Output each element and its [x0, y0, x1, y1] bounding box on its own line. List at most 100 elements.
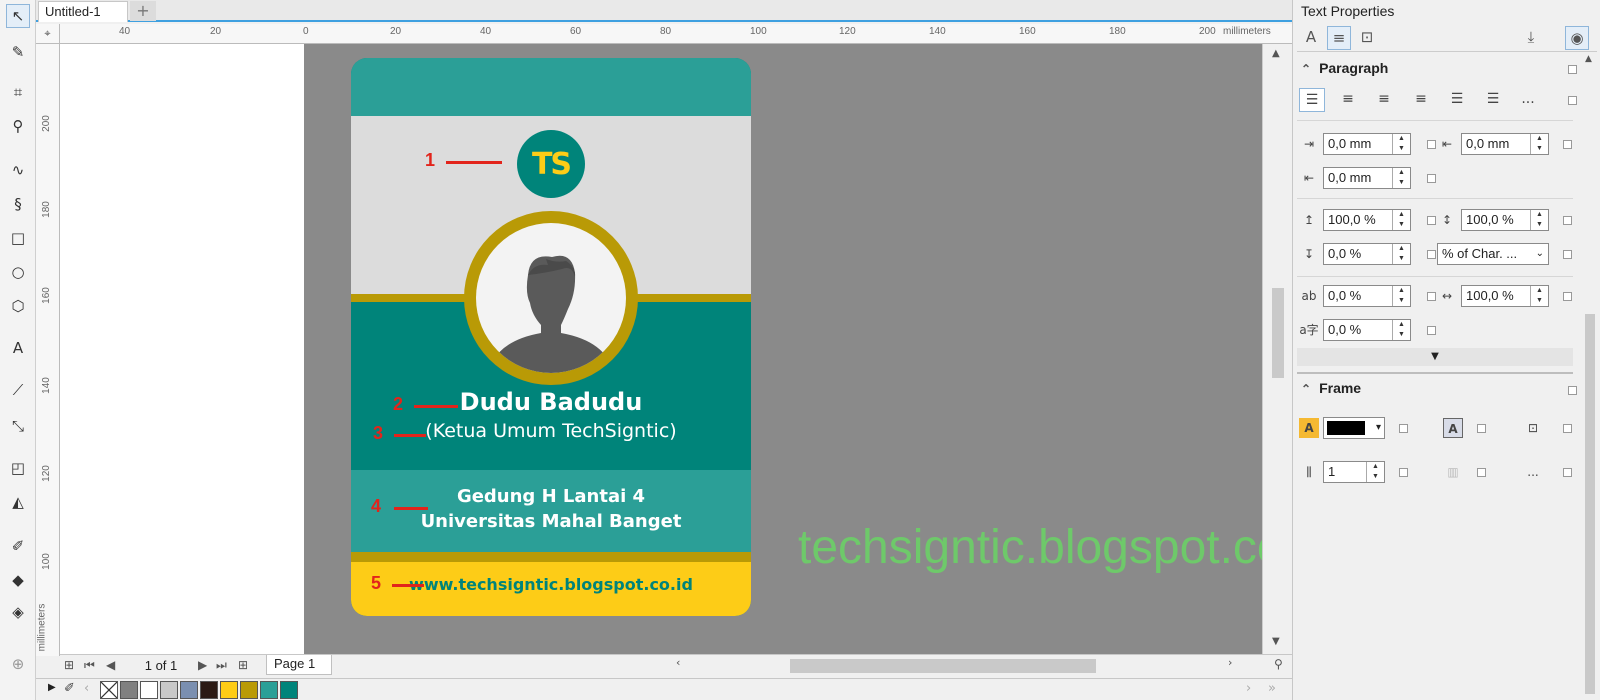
vertical-scroll-thumb[interactable] — [1272, 288, 1284, 378]
dock-options-icon[interactable]: ⤓ — [1519, 26, 1543, 50]
more-align-button[interactable]: ... — [1515, 88, 1541, 112]
crop-tool-icon[interactable]: ⌗ — [6, 80, 30, 104]
connector-tool-icon[interactable]: ⤡ — [6, 414, 30, 438]
scroll-right-icon[interactable]: › — [1228, 656, 1232, 669]
frame-section-header[interactable]: ⌃ Frame — [1301, 380, 1361, 396]
option-checkbox[interactable] — [1563, 250, 1572, 259]
id-card[interactable]: TS Dudu Badudu (Ketua Umum TechSigntic) … — [351, 58, 751, 616]
rectangle-tool-icon[interactable]: □ — [6, 226, 30, 250]
freehand-tool-icon[interactable]: ∿ — [6, 158, 30, 182]
color-swatch[interactable] — [240, 681, 258, 699]
frame-text-icon[interactable]: A — [1443, 418, 1463, 438]
character-spacing-field[interactable]: 0,0 % ▲ ▼ — [1323, 285, 1411, 307]
option-checkbox[interactable] — [1427, 216, 1436, 225]
scroll-left-icon[interactable]: ‹ — [676, 656, 680, 669]
card-role[interactable]: (Ketua Umum TechSigntic) — [351, 420, 751, 442]
first-line-indent-field[interactable]: 0,0 mm ▲ ▼ — [1461, 133, 1549, 155]
canvas-horizontal-scrollbar[interactable]: ‹ › — [676, 656, 1240, 673]
before-paragraph-field[interactable]: 100,0 % ▲ ▼ — [1323, 209, 1411, 231]
frame-fill-color-picker[interactable]: ▾ — [1323, 417, 1385, 439]
paragraph-section-header[interactable]: ⌃ Paragraph — [1301, 60, 1388, 76]
option-checkbox[interactable] — [1399, 468, 1408, 477]
add-tool-icon[interactable]: ⊕ — [6, 652, 30, 676]
transparency-tool-icon[interactable]: ◭ — [6, 490, 30, 514]
canvas-vertical-scrollbar[interactable]: ▲ ▼ — [1262, 44, 1292, 654]
ellipse-tool-icon[interactable]: ○ — [6, 260, 30, 284]
option-checkbox[interactable] — [1477, 424, 1486, 433]
drawing-canvas[interactable]: TS Dudu Badudu (Ketua Umum TechSigntic) … — [60, 44, 1262, 654]
zoom-tool-icon[interactable]: ⚲ — [6, 114, 30, 138]
spinner-icon[interactable]: ▲ ▼ — [1392, 210, 1410, 230]
option-checkbox[interactable] — [1563, 468, 1572, 477]
palette-expand-icon[interactable]: » — [1268, 681, 1276, 696]
word-spacing-field[interactable]: 100,0 % ▲ ▼ — [1461, 285, 1549, 307]
shape-tool-icon[interactable]: ✎ — [6, 40, 30, 64]
option-checkbox[interactable] — [1477, 468, 1486, 477]
frame-more-button[interactable]: ... — [1523, 462, 1543, 482]
panel-scroll-thumb[interactable] — [1585, 314, 1595, 694]
align-left-button[interactable]: ≡ — [1335, 88, 1361, 112]
ruler-origin-icon[interactable]: ⌖ — [36, 24, 60, 44]
paragraph-tab-icon[interactable]: ≡ — [1327, 26, 1351, 50]
horizontal-scroll-thumb[interactable] — [790, 659, 1096, 673]
spinner-icon[interactable]: ▲ ▼ — [1530, 210, 1548, 230]
eyedropper-icon[interactable]: ✐ — [64, 681, 75, 696]
section-option-checkbox[interactable] — [1568, 65, 1577, 74]
spinner-icon[interactable]: ▲ ▼ — [1392, 244, 1410, 264]
align-right-button[interactable]: ≡ — [1408, 88, 1434, 112]
pick-tool-icon[interactable]: ↖ — [6, 4, 30, 28]
collapse-chevron-icon[interactable]: ⌃ — [1301, 62, 1311, 76]
spinner-icon[interactable]: ▲ ▼ — [1392, 168, 1410, 188]
option-checkbox[interactable] — [1427, 292, 1436, 301]
artistic-media-tool-icon[interactable]: § — [6, 192, 30, 216]
spinner-icon[interactable]: ▲ ▼ — [1530, 286, 1548, 306]
scroll-down-icon[interactable]: ▼ — [1272, 636, 1280, 647]
expand-more-button[interactable]: ▼ — [1297, 348, 1573, 366]
add-page-before-icon[interactable]: ⊞ — [64, 658, 74, 672]
option-checkbox[interactable] — [1427, 326, 1436, 335]
color-swatch[interactable] — [140, 681, 158, 699]
document-tab[interactable]: Untitled-1 — [38, 1, 128, 22]
force-justify-button[interactable]: ☰ — [1480, 88, 1506, 112]
no-fill-swatch[interactable] — [100, 681, 118, 699]
color-swatch[interactable] — [280, 681, 298, 699]
drop-shadow-tool-icon[interactable]: ◰ — [6, 456, 30, 480]
color-swatch[interactable] — [160, 681, 178, 699]
scroll-up-icon[interactable]: ▲ — [1585, 54, 1592, 64]
fill-tool-icon[interactable]: ◆ — [6, 568, 30, 592]
section-option-checkbox[interactable] — [1568, 386, 1577, 395]
previous-page-icon[interactable]: ◀ — [106, 658, 115, 672]
palette-scroll-left-icon[interactable]: ‹ — [84, 681, 89, 696]
justify-button[interactable]: ☰ — [1444, 88, 1470, 112]
option-checkbox[interactable] — [1563, 216, 1572, 225]
horizontal-ruler[interactable]: 40 20 0 20 40 60 80 100 120 140 160 180 … — [60, 24, 1292, 44]
option-checkbox[interactable] — [1563, 292, 1572, 301]
collapse-chevron-icon[interactable]: ⌃ — [1301, 382, 1311, 396]
dimension-tool-icon[interactable]: ⟋ — [6, 378, 30, 402]
color-swatch[interactable] — [180, 681, 198, 699]
color-swatch[interactable] — [260, 681, 278, 699]
next-page-icon[interactable]: ▶ — [198, 658, 207, 672]
option-checkbox[interactable] — [1427, 140, 1436, 149]
option-checkbox[interactable] — [1568, 96, 1577, 105]
smart-fill-tool-icon[interactable]: ◈ — [6, 600, 30, 624]
eyedropper-tool-icon[interactable]: ✐ — [6, 534, 30, 558]
frame-vertical-align-icon[interactable]: ⊡ — [1523, 418, 1543, 438]
option-checkbox[interactable] — [1563, 424, 1572, 433]
scroll-up-icon[interactable]: ▲ — [1272, 48, 1280, 59]
zoom-navigator-icon[interactable]: ⚲ — [1274, 657, 1283, 671]
frame-tab-icon[interactable]: ⊡ — [1355, 26, 1379, 50]
palette-scroll-right-icon[interactable]: › — [1246, 681, 1251, 696]
spinner-icon[interactable]: ▲ ▼ — [1530, 134, 1548, 154]
character-tab-icon[interactable]: A — [1299, 26, 1323, 50]
panel-scrollbar[interactable]: ▲ — [1583, 52, 1597, 700]
text-tool-icon[interactable]: A — [6, 336, 30, 360]
add-page-after-icon[interactable]: ⊞ — [238, 658, 248, 672]
color-swatch[interactable] — [200, 681, 218, 699]
spinner-icon[interactable]: ▲ ▼ — [1392, 320, 1410, 340]
palette-menu-icon[interactable]: ▶ — [48, 682, 56, 693]
after-paragraph-field[interactable]: 0,0 % ▲ ▼ — [1323, 243, 1411, 265]
spinner-icon[interactable]: ▲ ▼ — [1366, 462, 1384, 482]
line-spacing-field[interactable]: 100,0 % ▲ ▼ — [1461, 209, 1549, 231]
color-swatch[interactable] — [220, 681, 238, 699]
